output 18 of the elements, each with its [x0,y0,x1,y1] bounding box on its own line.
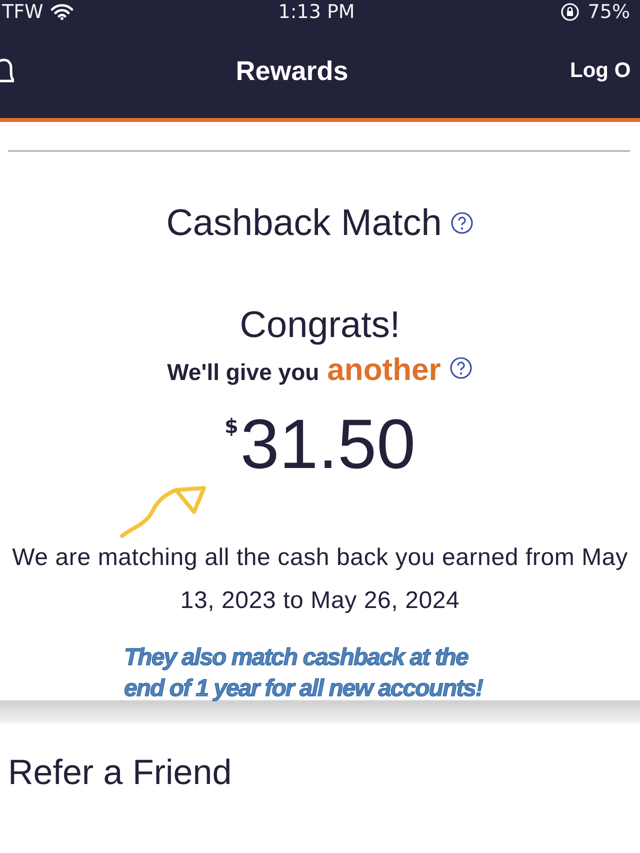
section-title: Cashback Match [166,202,442,244]
refer-title: Refer a Friend [8,753,232,792]
battery-percent: 75% [588,1,630,23]
wifi-icon [51,4,74,20]
currency-symbol: $ [224,414,238,438]
amount-value: 31.50 [240,404,416,484]
carrier-label: TFW [2,1,44,23]
congrats-heading: Congrats! [240,304,400,346]
highlight-text: another [327,352,441,388]
rotation-lock-icon [560,2,580,22]
subline-text: We'll give you [167,359,320,386]
match-description: We are matching all the cash back you earned from May 13, 2023 to May 26, 2024 [11,543,629,616]
page-title: Rewards [236,56,348,86]
log-out-link[interactable]: Log O [570,59,640,83]
help-icon[interactable] [450,211,474,235]
clock-time: 1:13 PM [278,1,355,23]
annotation-text: They also match cashback at the end of 1 year for all new accounts! [124,643,484,704]
help-icon[interactable] [448,356,473,380]
